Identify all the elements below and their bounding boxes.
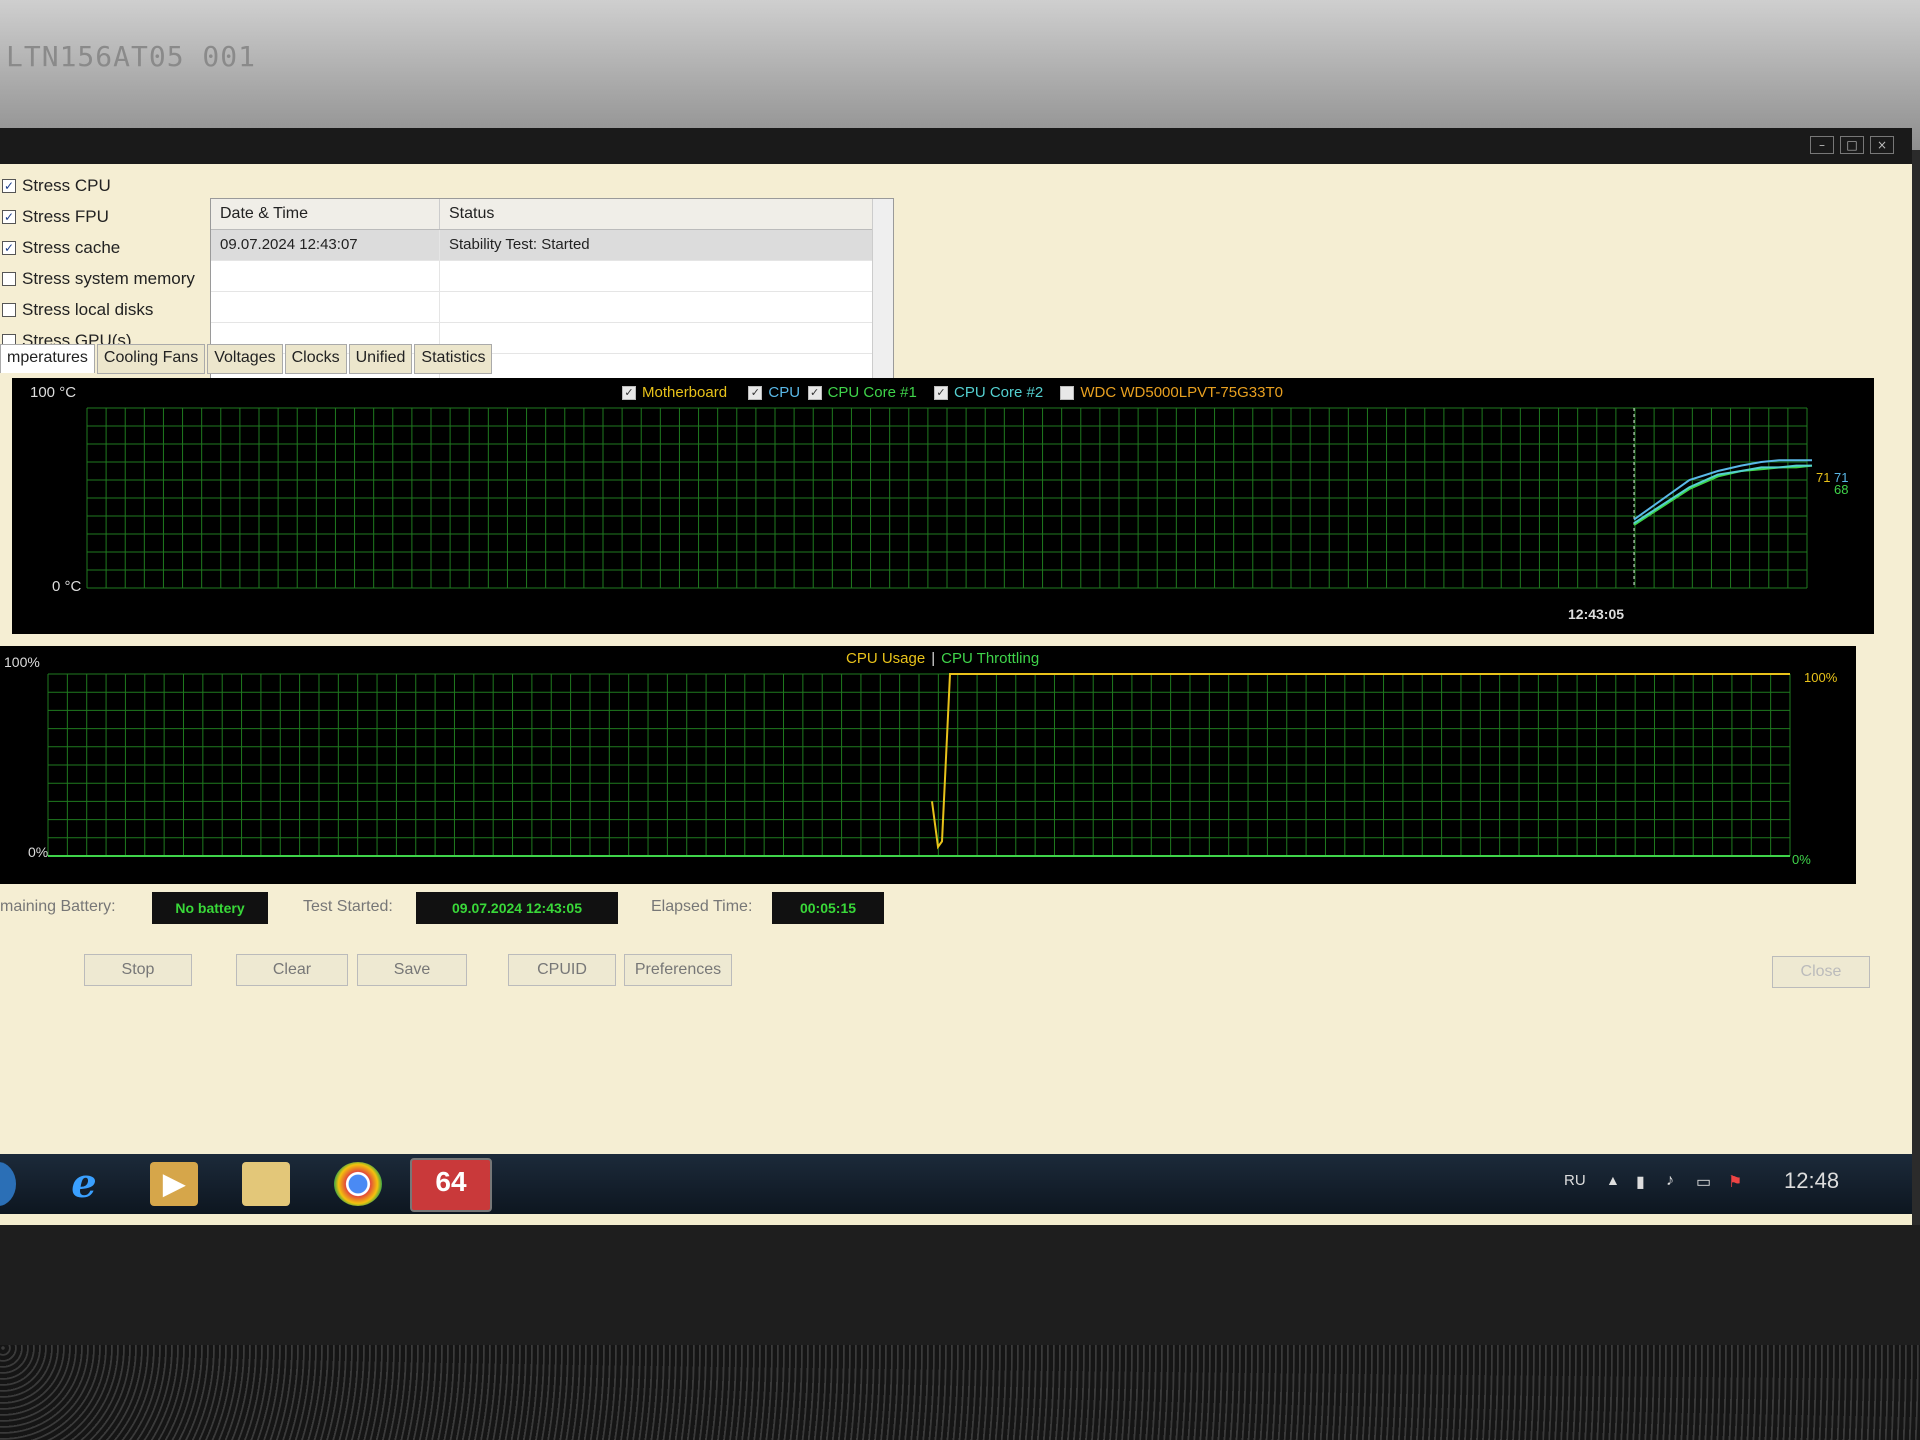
tab-cooling-fans[interactable]: Cooling Fans <box>96 344 206 374</box>
system-stability-test-window: ✓ Stress CPU ✓ Stress FPU ✓ Stress cache Stres… <box>0 164 1912 1154</box>
test-started-label: Test Started: <box>303 898 393 915</box>
temp-time-label: 12:43:05 <box>1568 606 1625 622</box>
close-window-button[interactable]: × <box>1870 136 1894 154</box>
temperature-graph: 100 °C 0 °C ✓ Motherboard ✓ CPU ✓ CPU Core #1… <box>12 378 1874 634</box>
usage-right-max-label: 100% <box>1804 670 1838 685</box>
internet-explorer-icon[interactable]: e <box>60 1162 108 1206</box>
preferences-button[interactable]: Preferences <box>624 954 732 986</box>
aida64-taskbar-button[interactable]: 64 <box>410 1158 492 1212</box>
log-scrollbar[interactable] <box>872 199 893 385</box>
clock[interactable]: 12:48 <box>1784 1168 1839 1194</box>
media-player-icon[interactable]: ▶ <box>150 1162 198 1206</box>
checkbox[interactable]: ✓ <box>2 210 16 224</box>
checkbox[interactable] <box>2 272 16 286</box>
show-hidden-icons-icon[interactable]: ▲ <box>1606 1172 1620 1188</box>
tab-unified[interactable]: Unified <box>348 344 413 374</box>
stress-option-label: Stress FPU <box>22 207 109 226</box>
save-button[interactable]: Save <box>357 954 467 986</box>
panel-model-label: LTN156AT05 001 <box>6 40 257 73</box>
table-row <box>211 261 893 292</box>
col-status-header[interactable]: Status <box>440 199 879 229</box>
battery-value: No battery <box>152 892 268 924</box>
test-started-value: 09.07.2024 12:43:05 <box>416 892 618 924</box>
stress-option[interactable]: ✓ Stress CPU <box>2 176 111 196</box>
tab-temperatures[interactable]: mperatures <box>0 344 95 373</box>
elapsed-time-label: Elapsed Time: <box>651 898 753 915</box>
cpuid-button[interactable]: CPUID <box>508 954 616 986</box>
language-indicator[interactable]: RU <box>1564 1172 1586 1189</box>
table-row <box>211 292 893 323</box>
stress-option[interactable]: Stress local disks <box>2 300 153 320</box>
elapsed-time-value: 00:05:15 <box>772 892 884 924</box>
checkbox[interactable] <box>2 303 16 317</box>
file-explorer-icon[interactable] <box>242 1162 290 1206</box>
stress-option[interactable]: Stress system memory <box>2 269 195 289</box>
graph-tabs: mperatures Cooling Fans Voltages Clocks … <box>0 344 493 374</box>
chrome-icon[interactable] <box>334 1162 382 1206</box>
stress-option-label: Stress system memory <box>22 269 195 288</box>
temp-end-label-a: 71 <box>1816 470 1831 485</box>
battery-label: maining Battery: <box>0 898 116 915</box>
usage-series-cpu-usage <box>931 673 1790 850</box>
table-row[interactable]: 09.07.2024 12:43:07 Stability Test: Star… <box>211 230 893 261</box>
window-titlebar: – □ × <box>0 128 1912 164</box>
col-datetime-header[interactable]: Date & Time <box>211 199 440 229</box>
tab-clocks[interactable]: Clocks <box>284 344 347 374</box>
start-button-icon[interactable] <box>0 1162 16 1206</box>
action-center-flag-icon[interactable]: ⚑ <box>1728 1172 1742 1192</box>
log-header: Date & Time Status <box>211 199 893 230</box>
maximize-button[interactable]: □ <box>1840 136 1864 154</box>
tab-voltages[interactable]: Voltages <box>207 344 283 374</box>
temp-series-cpu <box>1633 459 1812 521</box>
stress-option-label: Stress local disks <box>22 300 154 319</box>
battery-tray-icon[interactable]: ▮ <box>1636 1172 1645 1192</box>
stop-button[interactable]: Stop <box>84 954 192 986</box>
log-status: Stability Test: Started <box>440 230 879 260</box>
network-icon[interactable]: ▭ <box>1696 1172 1711 1192</box>
windows-taskbar: e ▶ 64 RU ▲ ▮ ♪ ▭ ⚑ 12:48 <box>0 1154 1912 1214</box>
laptop-speaker-grille <box>0 1345 1920 1440</box>
screen: – □ × ✓ Stress CPU ✓ Stress FPU ✓ Stress cach… <box>0 128 1912 1225</box>
temp-plot <box>86 407 1813 589</box>
cpu-usage-graph: 100% 0% CPU Usage | CPU Throttling 100% … <box>0 646 1856 884</box>
usage-plot <box>47 673 1791 857</box>
temp-end-label-c: 68 <box>1834 482 1849 497</box>
checkbox[interactable]: ✓ <box>2 179 16 193</box>
usage-right-min-label: 0% <box>1792 852 1811 867</box>
tab-statistics[interactable]: Statistics <box>414 344 493 374</box>
temp-series-cpu-core-2 <box>1633 464 1812 525</box>
stress-option-label: Stress cache <box>22 238 121 257</box>
stress-option[interactable]: ✓ Stress FPU <box>2 207 109 227</box>
close-button[interactable]: Close <box>1772 956 1870 988</box>
clear-button[interactable]: Clear <box>236 954 348 986</box>
volume-icon[interactable]: ♪ <box>1666 1172 1674 1190</box>
stress-option-label: Stress CPU <box>22 176 111 195</box>
minimize-button[interactable]: – <box>1810 136 1834 154</box>
stress-option[interactable]: ✓ Stress cache <box>2 238 120 258</box>
log-datetime: 09.07.2024 12:43:07 <box>211 230 440 260</box>
checkbox[interactable]: ✓ <box>2 241 16 255</box>
